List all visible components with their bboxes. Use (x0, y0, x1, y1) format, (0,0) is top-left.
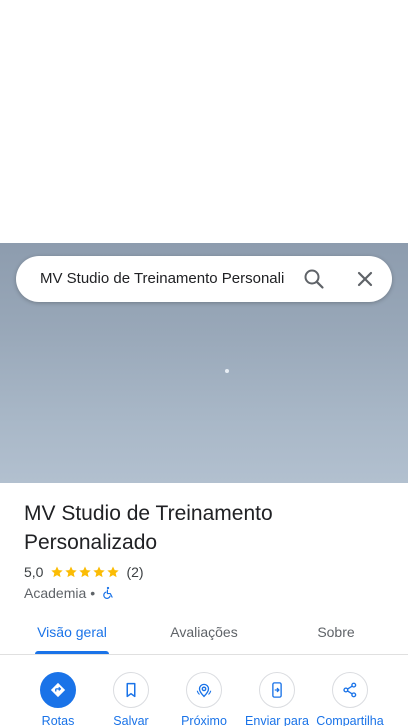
nearby-label: Próximo (181, 714, 227, 726)
star-icon (51, 566, 64, 578)
search-input[interactable]: MV Studio de Treinamento Personali (40, 256, 295, 302)
share-icon (332, 672, 368, 708)
blank-area (0, 0, 408, 243)
review-count: (2) (126, 564, 144, 580)
separator: • (90, 585, 96, 601)
search-icon[interactable] (302, 267, 326, 291)
save-button[interactable]: Salvar (91, 671, 171, 726)
rating-row[interactable]: 5,0 (2) (24, 563, 144, 581)
place-category: Academia (24, 585, 87, 601)
place-details-sheet: MV Studio de Treinamento Personalizado 5… (0, 483, 408, 726)
star-rating (50, 565, 120, 579)
nearby-icon (186, 672, 222, 708)
category-row: Academia • (24, 584, 115, 602)
share-label: Compartilha (316, 714, 384, 726)
star-icon (107, 566, 120, 578)
send-to-phone-label: Enviar para (245, 714, 309, 726)
close-icon[interactable] (353, 267, 377, 291)
star-icon (79, 566, 92, 578)
active-tab-indicator (35, 651, 109, 654)
photo-highlight (225, 369, 229, 373)
share-button[interactable]: Compartilha (310, 671, 390, 726)
tab-about[interactable]: Sobre (286, 611, 386, 655)
send-to-phone-icon (259, 672, 295, 708)
place-tabs: Visão geral Avaliações Sobre (0, 611, 408, 655)
star-icon (65, 566, 78, 578)
tab-overview[interactable]: Visão geral (22, 611, 122, 655)
directions-label: Rotas (41, 714, 75, 726)
bookmark-icon (113, 672, 149, 708)
nearby-button[interactable]: Próximo (164, 671, 244, 726)
send-to-phone-button[interactable]: Enviar para (237, 671, 317, 726)
save-label: Salvar (113, 714, 149, 726)
directions-button[interactable]: Rotas (18, 671, 98, 726)
star-icon (93, 566, 106, 578)
wheelchair-accessible-icon (103, 586, 113, 599)
rating-value: 5,0 (24, 564, 44, 580)
tab-reviews[interactable]: Avaliações (154, 611, 254, 655)
action-buttons: Rotas Salvar Próximo Enviar para Compart (0, 671, 408, 726)
search-bar[interactable]: MV Studio de Treinamento Personali (16, 256, 392, 302)
place-title: MV Studio de Treinamento Personalizado (24, 502, 273, 554)
directions-icon (40, 672, 76, 708)
